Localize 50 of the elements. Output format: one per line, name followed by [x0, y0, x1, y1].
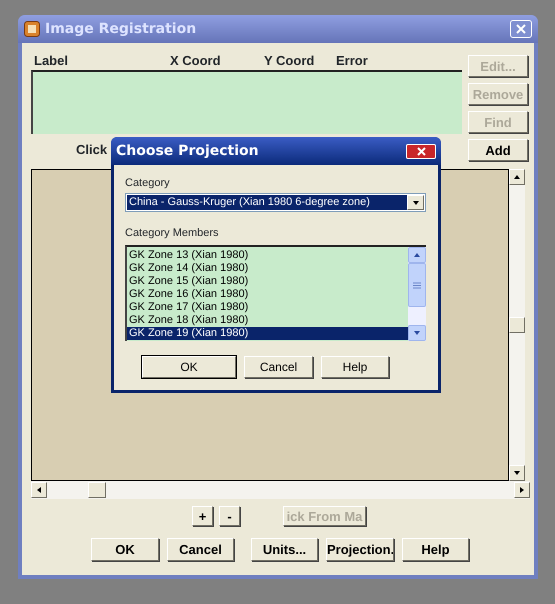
dialog-button[interactable]: Units... [251, 538, 318, 561]
field-label: Category Members [125, 227, 220, 240]
dialog-button[interactable]: Cancel [167, 538, 234, 561]
list-item[interactable]: GK Zone 15 (Xian 1980) [127, 275, 408, 288]
horizontal-scrollbar[interactable] [31, 481, 530, 499]
dropdown-value: China - Gauss-Kruger (Xian 1980 6-degree zone) [127, 195, 407, 210]
column-header: Y Coord [264, 53, 316, 70]
close-button[interactable] [406, 144, 436, 158]
window-title: Image Registration [45, 21, 196, 37]
zoom-button[interactable]: + [192, 506, 213, 526]
category-dropdown[interactable]: China - Gauss-Kruger (Xian 1980 6-degree zone) [125, 193, 426, 212]
column-header: Error [336, 53, 369, 70]
scroll-left-button[interactable] [31, 482, 47, 498]
list-item[interactable]: GK Zone 14 (Xian 1980) [127, 262, 408, 275]
grip-icon [413, 282, 421, 288]
members-list[interactable]: GK Zone 13 (Xian 1980) GK Zone 14 (Xian 1980) GK Zone 15 (Xian 1980) GK Zone 16 (Xian 1980) GK Zone 17 (Xian 1980) GK Zone 18 (Xian 1980) GK Zone 19 (Xian 1980) [125, 245, 426, 341]
list-item[interactable]: GK Zone 18 (Xian 1980) [127, 314, 408, 327]
dialog-button[interactable]: Cancel [244, 356, 313, 378]
dialog-button[interactable]: OK [91, 538, 159, 561]
scroll-right-button[interactable] [514, 482, 530, 498]
dialog-button[interactable]: OK [142, 356, 236, 378]
app-icon [24, 21, 40, 37]
point-list[interactable] [31, 70, 462, 134]
list-item[interactable]: GK Zone 13 (Xian 1980) [127, 249, 408, 262]
down-arrow-icon [412, 198, 420, 206]
dialog-button[interactable]: Help [402, 538, 469, 561]
scroll-thumb[interactable] [408, 263, 426, 307]
down-arrow-icon [513, 469, 521, 477]
column-header: Label [33, 53, 69, 70]
right-arrow-icon [518, 486, 526, 494]
up-arrow-icon [513, 173, 521, 181]
left-arrow-icon [35, 486, 43, 494]
dialog-button[interactable]: Help [321, 356, 389, 378]
field-label: Category [125, 177, 171, 190]
close-icon [516, 24, 526, 34]
hint-text: Click [76, 142, 108, 157]
side-button[interactable]: Add [468, 139, 528, 161]
list-item[interactable]: GK Zone 16 (Xian 1980) [127, 288, 408, 301]
zoom-button[interactable]: - [219, 506, 240, 526]
column-header: X Coord [170, 53, 222, 70]
list-item[interactable]: GK Zone 19 (Xian 1980) [127, 327, 408, 340]
dialog-button[interactable]: Projection. [326, 538, 394, 561]
up-arrow-icon [413, 251, 421, 259]
list-item[interactable]: GK Zone 17 (Xian 1980) [127, 301, 408, 314]
down-arrow-icon [413, 329, 421, 337]
dropdown-button[interactable] [407, 195, 424, 210]
close-button[interactable] [510, 20, 532, 38]
close-icon [416, 146, 426, 156]
vertical-scrollbar[interactable] [408, 247, 426, 341]
dialog-title: Choose Projection [116, 143, 259, 159]
